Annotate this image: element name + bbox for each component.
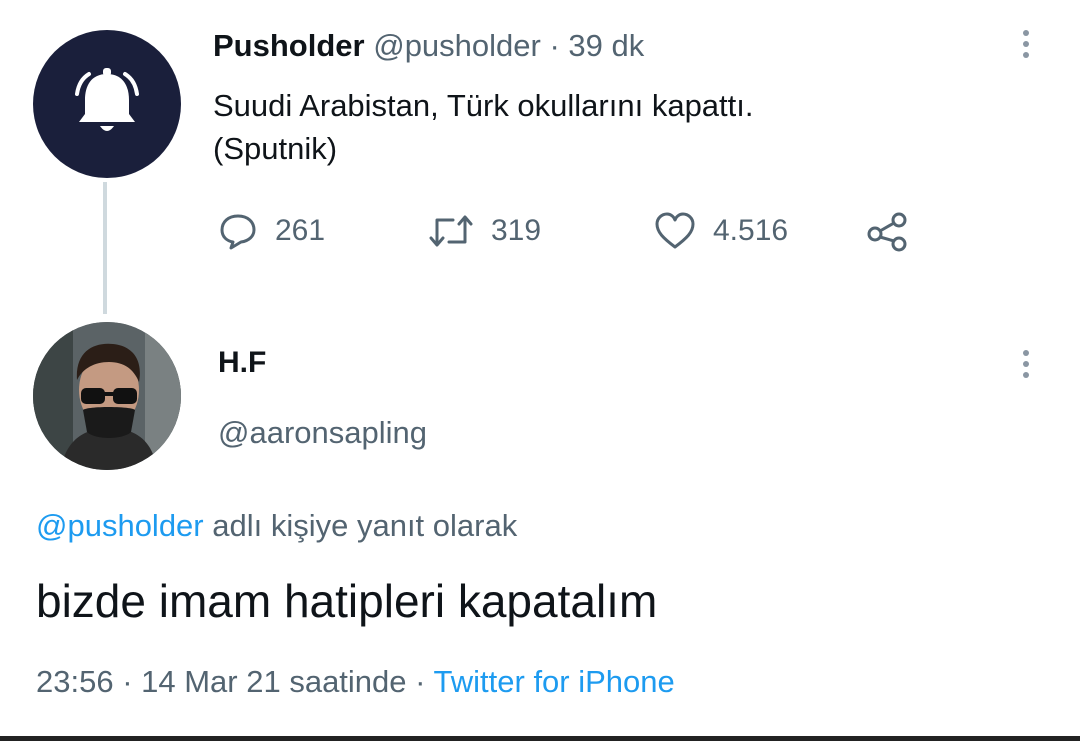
like-count: 4.516 xyxy=(713,214,789,247)
tweet-action-bar: 261 319 4.516 xyxy=(213,210,933,260)
tweet-time[interactable]: 23:56 xyxy=(36,664,114,699)
parent-text-line-2: (Sputnik) xyxy=(213,131,338,166)
bell-icon xyxy=(75,68,139,131)
parent-separator: · xyxy=(540,28,569,63)
parent-more-options-icon[interactable] xyxy=(1022,30,1030,58)
heart-icon xyxy=(655,212,695,249)
footer-separator-2: · xyxy=(406,664,434,699)
reply-count: 261 xyxy=(275,214,326,247)
tweet-footer: 23:56 · 14 Mar 21 saatinde · Twitter for… xyxy=(36,664,675,700)
share-action[interactable] xyxy=(865,210,911,252)
reply-handle[interactable]: @aaronsapling xyxy=(218,415,427,451)
retweet-action[interactable]: 319 xyxy=(427,210,541,252)
comment-icon xyxy=(220,214,256,250)
share-icon xyxy=(867,212,907,252)
tweet-source-link[interactable]: Twitter for iPhone xyxy=(434,664,675,699)
reply-more-options-icon[interactable] xyxy=(1022,350,1030,378)
tweet-date[interactable]: 14 Mar 21 saatinde xyxy=(141,664,406,699)
retweet-icon xyxy=(429,215,473,247)
reply-action[interactable]: 261 xyxy=(217,210,325,252)
thread-connector-line xyxy=(103,182,107,314)
replying-to-line: @pusholder adlı kişiye yanıt olarak xyxy=(36,508,517,544)
reply-to-suffix: adlı kişiye yanıt olarak xyxy=(203,508,518,543)
parent-tweet-text: Suudi Arabistan, Türk okullarını kapattı… xyxy=(213,84,993,170)
reply-to-mention-link[interactable]: @pusholder xyxy=(36,508,204,543)
reply-display-name[interactable]: H.F xyxy=(218,346,266,380)
footer-separator-1: · xyxy=(113,664,142,699)
pusholder-avatar[interactable] xyxy=(33,30,181,178)
parent-time-ago[interactable]: 39 dk xyxy=(568,28,644,63)
like-action[interactable]: 4.516 xyxy=(653,210,788,252)
profile-photo-icon xyxy=(33,322,181,470)
reply-tweet-text: bizde imam hatipleri kapatalım xyxy=(36,575,658,627)
parent-tweet-header: Pusholder @pusholder · 39 dk xyxy=(213,28,644,64)
parent-display-name[interactable]: Pusholder xyxy=(213,28,365,63)
parent-handle[interactable]: @pusholder xyxy=(373,28,541,63)
parent-text-line-1: Suudi Arabistan, Türk okullarını kapattı… xyxy=(213,88,754,123)
bottom-divider xyxy=(0,736,1080,741)
hf-avatar[interactable] xyxy=(33,322,181,470)
retweet-count: 319 xyxy=(491,214,542,247)
